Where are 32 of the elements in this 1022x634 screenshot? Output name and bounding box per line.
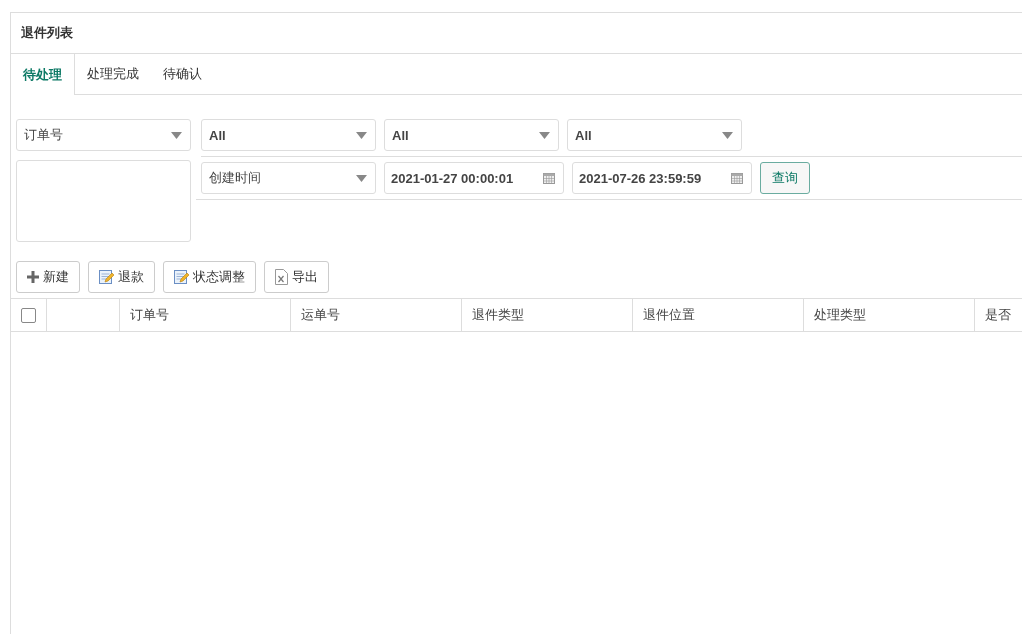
select-field[interactable]: 订单号 bbox=[16, 119, 191, 151]
column-header: 退件类型 bbox=[462, 299, 633, 331]
column-header: 退件位置 bbox=[633, 299, 804, 331]
calendar-icon bbox=[543, 172, 555, 184]
text-area-field[interactable] bbox=[16, 160, 191, 242]
plus-icon bbox=[27, 271, 39, 283]
select-field[interactable]: All bbox=[384, 119, 559, 151]
column-header: 处理类型 bbox=[804, 299, 975, 331]
checkbox[interactable] bbox=[21, 307, 36, 323]
caret-icon bbox=[171, 131, 182, 139]
tab[interactable]: 待处理 bbox=[11, 54, 75, 95]
column-header: 是否 bbox=[984, 306, 1012, 324]
caret-icon bbox=[356, 174, 367, 182]
toolbar-button[interactable]: 状态调整 bbox=[163, 261, 256, 293]
toolbar-button[interactable]: 新建 bbox=[16, 261, 80, 293]
search-button[interactable]: 查询 bbox=[760, 162, 810, 194]
caret-icon bbox=[356, 131, 367, 139]
date-field[interactable]: 2021-07-26 23:59:59 bbox=[572, 162, 752, 194]
edit-icon bbox=[99, 269, 114, 285]
edit-icon bbox=[174, 269, 189, 285]
select-field[interactable]: All bbox=[567, 119, 742, 151]
caret-icon bbox=[722, 131, 733, 139]
toolbar-button[interactable]: 导出 bbox=[264, 261, 329, 293]
toolbar-button[interactable]: 退款 bbox=[88, 261, 155, 293]
date-field[interactable]: 2021-01-27 00:00:01 bbox=[384, 162, 564, 194]
select-field[interactable]: All bbox=[201, 119, 376, 151]
column-header: 订单号 bbox=[120, 299, 291, 331]
spreadsheet-file-icon bbox=[275, 269, 288, 285]
select-field[interactable]: 创建时间 bbox=[201, 162, 376, 194]
calendar-icon bbox=[731, 172, 743, 184]
column-header: 运单号 bbox=[291, 299, 462, 331]
caret-icon bbox=[539, 131, 550, 139]
